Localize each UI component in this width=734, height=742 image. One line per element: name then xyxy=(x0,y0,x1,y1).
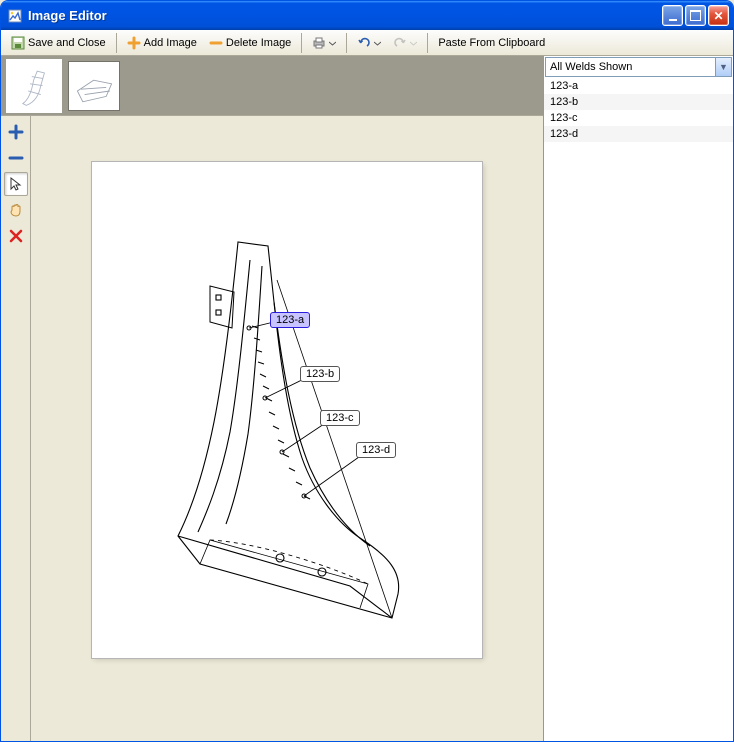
minus-icon xyxy=(209,36,223,50)
toolbar: Save and Close Add Image Delete Image xyxy=(1,30,733,56)
list-item-label: 123-b xyxy=(550,96,578,108)
window-title: Image Editor xyxy=(28,8,662,23)
callout-label: 123-d xyxy=(362,444,390,456)
callout-123-b[interactable]: 123-b xyxy=(300,366,340,382)
delete-image-label: Delete Image xyxy=(226,37,291,49)
weld-filter-value: All Welds Shown xyxy=(546,61,715,73)
chevron-down-icon: ▼ xyxy=(715,58,731,76)
toolbar-separator xyxy=(301,33,302,53)
weld-list[interactable]: 123-a 123-b 123-c 123-d xyxy=(544,78,733,741)
add-image-label: Add Image xyxy=(144,37,197,49)
toolbar-separator xyxy=(116,33,117,53)
thumbnail-strip xyxy=(1,56,543,116)
save-and-close-label: Save and Close xyxy=(28,37,106,49)
title-bar: Image Editor xyxy=(1,1,733,30)
redo-icon xyxy=(393,36,407,50)
dropdown-caret-icon xyxy=(329,36,336,50)
list-item[interactable]: 123-d xyxy=(544,126,733,142)
paste-from-clipboard-label: Paste From Clipboard xyxy=(438,37,545,49)
tool-pan[interactable] xyxy=(4,198,28,222)
delete-image-button[interactable]: Delete Image xyxy=(203,32,297,54)
weld-filter-dropdown[interactable]: All Welds Shown ▼ xyxy=(545,57,732,77)
print-button[interactable] xyxy=(306,32,342,54)
side-panel: All Welds Shown ▼ 123-a 123-b 123-c 123-… xyxy=(543,56,733,741)
add-image-button[interactable]: Add Image xyxy=(121,32,203,54)
list-item[interactable]: 123-b xyxy=(544,94,733,110)
list-item-label: 123-d xyxy=(550,128,578,140)
toolbar-separator xyxy=(346,33,347,53)
tool-remove[interactable] xyxy=(4,146,28,170)
thumbnail-2[interactable] xyxy=(69,62,119,110)
canvas-area[interactable]: 123-a 123-b 123-c 123-d xyxy=(31,116,543,741)
app-icon xyxy=(7,8,23,24)
toolbar-separator xyxy=(427,33,428,53)
window-minimize-button[interactable] xyxy=(662,5,683,26)
undo-icon xyxy=(357,36,371,50)
thumbnail-1[interactable] xyxy=(9,62,59,110)
dropdown-caret-icon xyxy=(374,36,381,50)
list-item-label: 123-c xyxy=(550,112,578,124)
callout-label: 123-a xyxy=(276,314,304,326)
list-item-label: 123-a xyxy=(550,80,578,92)
callout-label: 123-b xyxy=(306,368,334,380)
tool-palette xyxy=(1,116,31,741)
window-maximize-button[interactable] xyxy=(685,5,706,26)
save-and-close-button[interactable]: Save and Close xyxy=(5,32,112,54)
plus-icon xyxy=(127,36,141,50)
print-icon xyxy=(312,36,326,50)
redo-button[interactable] xyxy=(387,32,423,54)
undo-button[interactable] xyxy=(351,32,387,54)
callout-123-a[interactable]: 123-a xyxy=(270,312,310,328)
callout-123-c[interactable]: 123-c xyxy=(320,410,360,426)
dropdown-caret-icon xyxy=(410,36,417,50)
paste-from-clipboard-button[interactable]: Paste From Clipboard xyxy=(432,32,551,54)
list-item[interactable]: 123-a xyxy=(544,78,733,94)
tool-pointer[interactable] xyxy=(4,172,28,196)
window-close-button[interactable] xyxy=(708,5,729,26)
tool-delete[interactable] xyxy=(4,224,28,248)
callout-123-d[interactable]: 123-d xyxy=(356,442,396,458)
callout-label: 123-c xyxy=(326,412,354,424)
list-item[interactable]: 123-c xyxy=(544,110,733,126)
tool-add[interactable] xyxy=(4,120,28,144)
save-icon xyxy=(11,36,25,50)
canvas-page[interactable]: 123-a 123-b 123-c 123-d xyxy=(92,162,482,658)
